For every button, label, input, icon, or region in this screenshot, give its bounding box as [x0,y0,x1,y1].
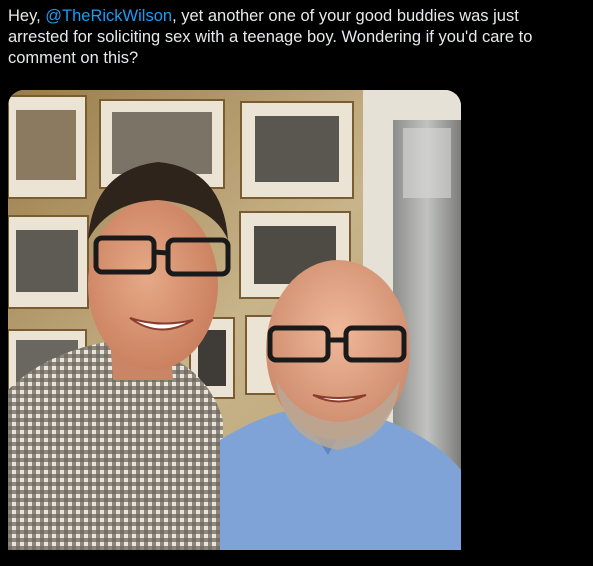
mention-link[interactable]: @TheRickWilson [45,7,172,25]
tweet-photo[interactable] [8,90,461,550]
framed-photo-4 [8,215,89,309]
fridge-vent [403,128,451,198]
framed-photo-1 [8,95,87,199]
bottom-edge [0,550,593,566]
tweet-text-prefix: Hey, [8,7,46,25]
tweet-post: Hey, @TheRickWilson, yet another one of … [0,0,593,566]
selfie-photo [8,90,461,550]
tweet-text: Hey, @TheRickWilson, yet another one of … [8,6,583,69]
framed-photo-3 [240,101,354,199]
left-man-face [88,200,218,370]
